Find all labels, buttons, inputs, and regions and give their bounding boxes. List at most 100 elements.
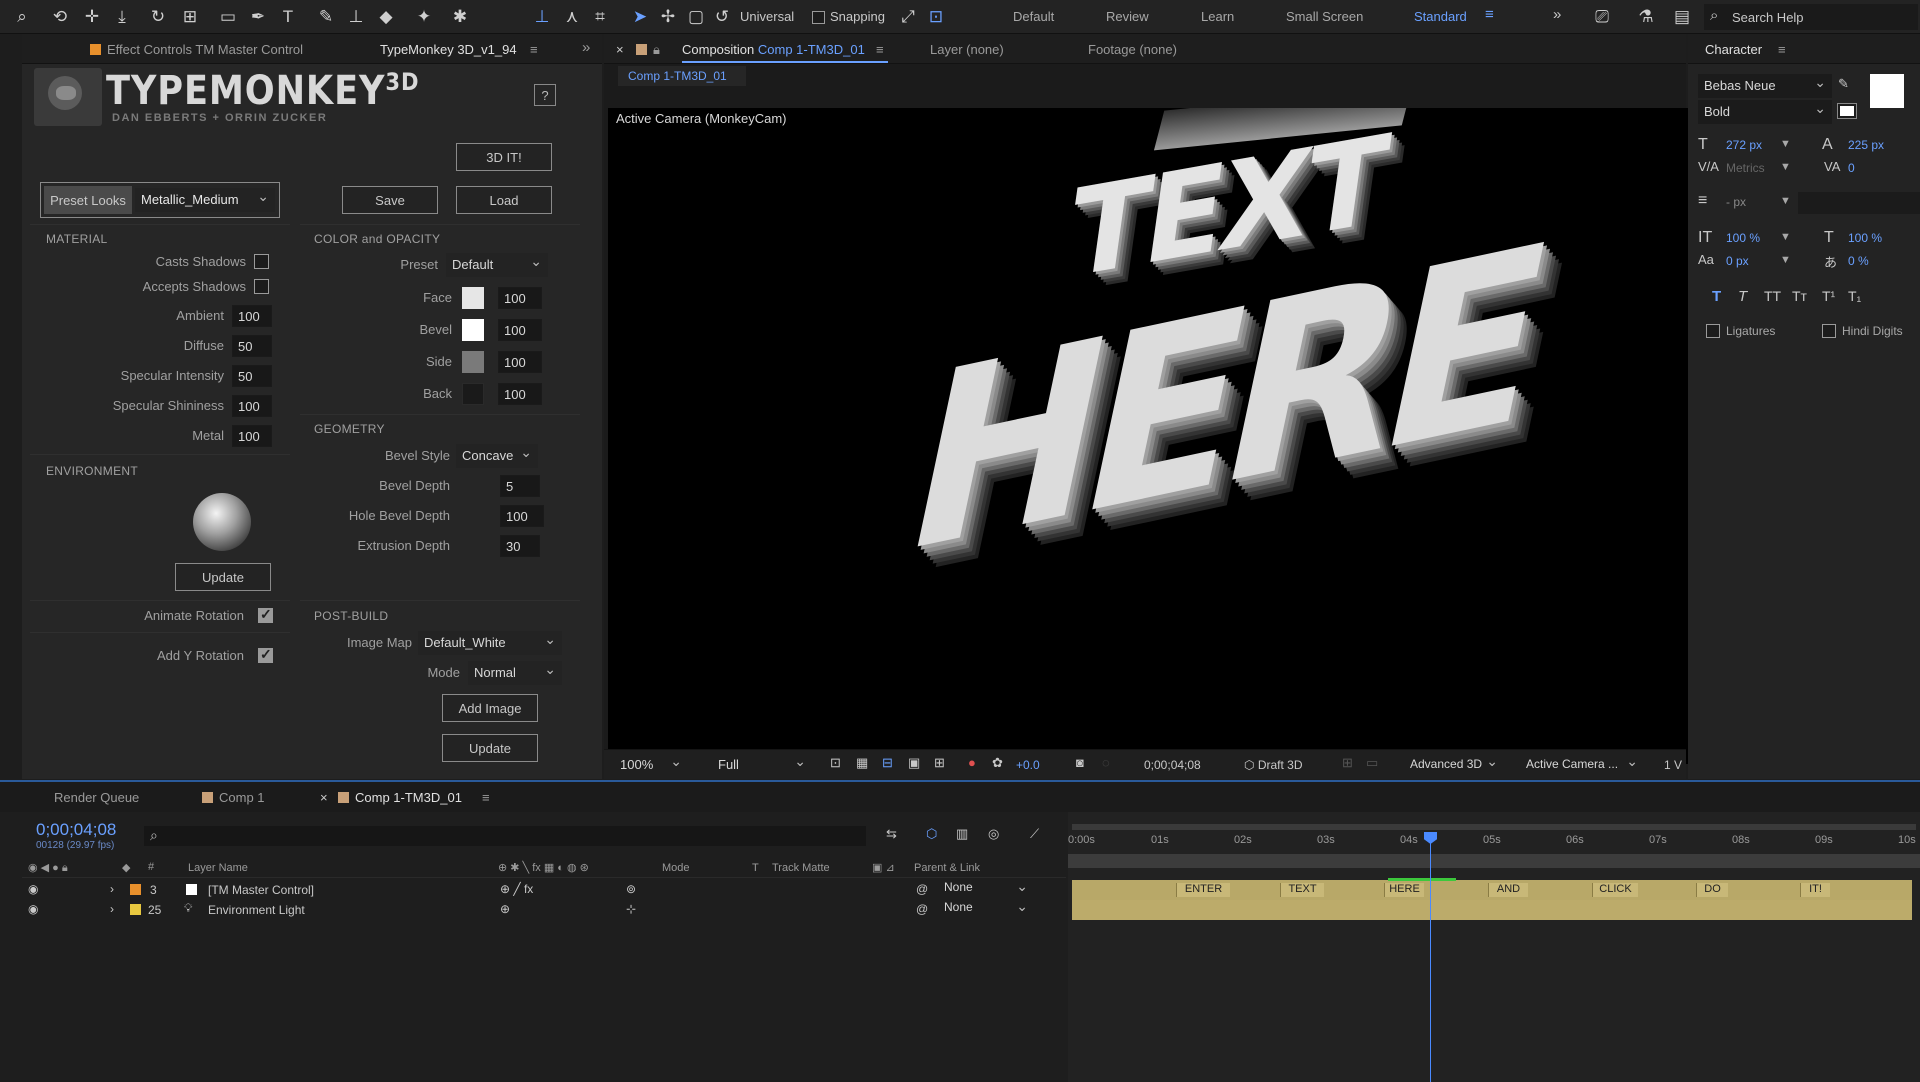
load-button[interactable]: Load — [456, 186, 552, 214]
layer-bar-master-control[interactable]: ENTER TEXT HERE AND CLICK DO IT! — [1072, 880, 1912, 900]
stamp-icon[interactable]: ⊥ — [344, 5, 368, 29]
workspace-learn[interactable]: Learn — [1201, 9, 1234, 24]
comp-flowchart-icon[interactable]: ⇆ — [886, 826, 897, 842]
kerning-dropdown-icon[interactable]: ▼ — [1780, 161, 1791, 173]
extrusion-depth-input[interactable]: 30 — [500, 535, 540, 557]
face-opacity-input[interactable]: 100 — [498, 287, 542, 309]
animate-rotation-checkbox[interactable] — [258, 606, 273, 623]
text-marker[interactable]: AND — [1488, 883, 1528, 897]
axis-view-icon[interactable]: ⌗ — [588, 5, 612, 29]
layer-search-input[interactable]: ⌕ — [144, 826, 866, 846]
accepts-shadows-checkbox[interactable] — [254, 279, 269, 294]
renderer-dropdown[interactable]: Advanced 3D — [1404, 753, 1504, 777]
bevel-color-swatch[interactable] — [462, 319, 484, 341]
expand-chevron-icon[interactable]: › — [110, 882, 114, 896]
add-image-button[interactable]: Add Image — [442, 694, 538, 722]
font-family-dropdown[interactable]: Bebas Neue — [1698, 74, 1832, 98]
rect-icon[interactable]: ▭ — [216, 5, 240, 29]
snapping-label[interactable]: Snapping — [830, 9, 885, 24]
leading-value[interactable]: 225 px — [1848, 138, 1884, 152]
layer-name-header[interactable]: Layer Name — [188, 862, 248, 874]
composition-menu-icon[interactable]: ≡ — [876, 42, 884, 57]
layer-row[interactable]: ◉ › 25 💡︎ Environment Light ⊕ ⊹ @ None — [22, 898, 1066, 920]
text-marker[interactable]: IT! — [1800, 883, 1830, 897]
orbit-icon[interactable]: ⟲ — [48, 5, 72, 29]
layer-switch-icons[interactable]: ⊕ ╱ fx — [500, 882, 533, 896]
layer-name[interactable]: [TM Master Control] — [208, 883, 314, 897]
stroke-style-dropdown[interactable] — [1798, 192, 1920, 214]
parent-dropdown[interactable]: None — [938, 878, 1034, 898]
side-opacity-input[interactable]: 100 — [498, 351, 542, 373]
ligatures-checkbox[interactable] — [1706, 324, 1720, 338]
3d-layer-icon[interactable]: ⊚ — [626, 882, 636, 896]
help-button[interactable]: ? — [534, 84, 556, 106]
parent-pickwhip-icon[interactable]: @ — [916, 882, 928, 896]
lock-icon[interactable]: 🔒︎ — [636, 42, 660, 58]
timeline-tracks[interactable]: 0:00s 01s 02s 03s 04s 05s 06s 07s 08s 09… — [1068, 812, 1920, 1082]
font-size-value[interactable]: 272 px — [1726, 138, 1762, 152]
subscript-icon[interactable]: T₁ — [1848, 288, 1861, 304]
tab-render-queue[interactable]: Render Queue — [54, 790, 139, 805]
vertical-scale-dropdown-icon[interactable]: ▼ — [1780, 231, 1791, 243]
label-color-swatch[interactable] — [130, 904, 141, 915]
axis-local-icon[interactable]: ⊥ — [530, 5, 554, 29]
layer-name[interactable]: Environment Light — [208, 903, 305, 917]
extended-viewer-icon[interactable]: ⊞ — [1342, 755, 1353, 771]
universal-label[interactable]: Universal — [740, 9, 794, 24]
workspace-review[interactable]: Review — [1106, 9, 1149, 24]
stroke-color-swatch[interactable] — [1837, 103, 1857, 119]
pan-icon[interactable]: ✛ — [80, 5, 104, 29]
fill-color-swatch[interactable] — [1870, 74, 1904, 108]
workspace-small-screen[interactable]: Small Screen — [1286, 9, 1363, 24]
rotate-tool-icon[interactable]: ↺ — [710, 5, 734, 29]
tab-character[interactable]: Character — [1705, 42, 1762, 57]
eyedropper-icon[interactable]: ✎ — [1838, 76, 1849, 92]
casts-shadows-checkbox[interactable] — [254, 254, 269, 269]
character-menu-icon[interactable]: ≡ — [1778, 42, 1786, 57]
t-header[interactable]: T — [752, 862, 759, 874]
postbuild-update-button[interactable]: Update — [442, 734, 538, 762]
eye-icon[interactable]: ◉ — [28, 902, 38, 916]
grid-icon[interactable]: ⊞ — [934, 755, 945, 771]
faux-bold-icon[interactable]: T — [1712, 288, 1721, 305]
search-help-field[interactable]: ⌕ Search Help — [1704, 4, 1918, 30]
bevel-style-dropdown[interactable]: Concave — [456, 444, 538, 468]
rotate-icon[interactable]: ↻ — [146, 5, 170, 29]
preset-looks-dropdown[interactable]: Metallic_Medium — [135, 188, 275, 212]
roto-icon[interactable]: ✦ — [412, 5, 436, 29]
camera-view-dropdown[interactable]: Active Camera ... — [1520, 753, 1644, 777]
kerning-value[interactable]: Metrics — [1726, 161, 1765, 175]
views-layout-dropdown[interactable]: 1 V — [1664, 758, 1682, 772]
font-size-dropdown-icon[interactable]: ▼ — [1780, 138, 1791, 150]
workspace-menu-icon[interactable]: ≡ — [1485, 6, 1494, 23]
parent-link-header[interactable]: Parent & Link — [914, 862, 980, 874]
tab-comp-1[interactable]: Comp 1 — [202, 790, 265, 805]
resolution-dropdown[interactable]: Full — [712, 753, 812, 777]
zoom-icon[interactable]: ⌕ — [10, 5, 34, 29]
font-style-dropdown[interactable]: Bold — [1698, 100, 1832, 124]
eraser-icon[interactable]: ◆ — [374, 5, 398, 29]
environment-sphere-icon[interactable] — [193, 493, 251, 551]
flask-icon[interactable]: ⚗ — [1634, 5, 1658, 29]
snapping-checkbox[interactable] — [812, 11, 825, 24]
time-ruler[interactable]: 0:00s 01s 02s 03s 04s 05s 06s 07s 08s 09… — [1068, 830, 1920, 852]
mode-dropdown[interactable]: Normal — [468, 661, 562, 685]
vertical-scale-value[interactable]: 100 % — [1726, 231, 1760, 245]
anchor-icon[interactable]: ⊞ — [178, 5, 202, 29]
bevel-depth-input[interactable]: 5 — [500, 475, 540, 497]
diffuse-input[interactable]: 50 — [232, 335, 272, 357]
scale-icon[interactable]: ▢ — [684, 5, 708, 29]
text-marker[interactable]: ENTER — [1176, 883, 1230, 897]
type-icon[interactable]: T — [276, 5, 300, 29]
snapshot-icon[interactable]: ◙ — [1076, 755, 1084, 770]
axis-world-icon[interactable]: ⋏ — [560, 5, 584, 29]
close-tab-icon[interactable]: × — [616, 42, 624, 57]
label-color-swatch[interactable] — [130, 884, 141, 895]
3d-it-button[interactable]: 3D IT! — [456, 143, 552, 171]
side-color-swatch[interactable] — [462, 351, 484, 373]
work-area-range[interactable] — [1068, 854, 1920, 868]
viewer-timecode[interactable]: 0;00;04;08 — [1144, 758, 1201, 772]
add-y-rotation-checkbox[interactable] — [258, 646, 273, 663]
panel-menu-icon[interactable]: ≡ — [530, 42, 538, 57]
expand-chevron-icon[interactable]: › — [110, 902, 114, 916]
